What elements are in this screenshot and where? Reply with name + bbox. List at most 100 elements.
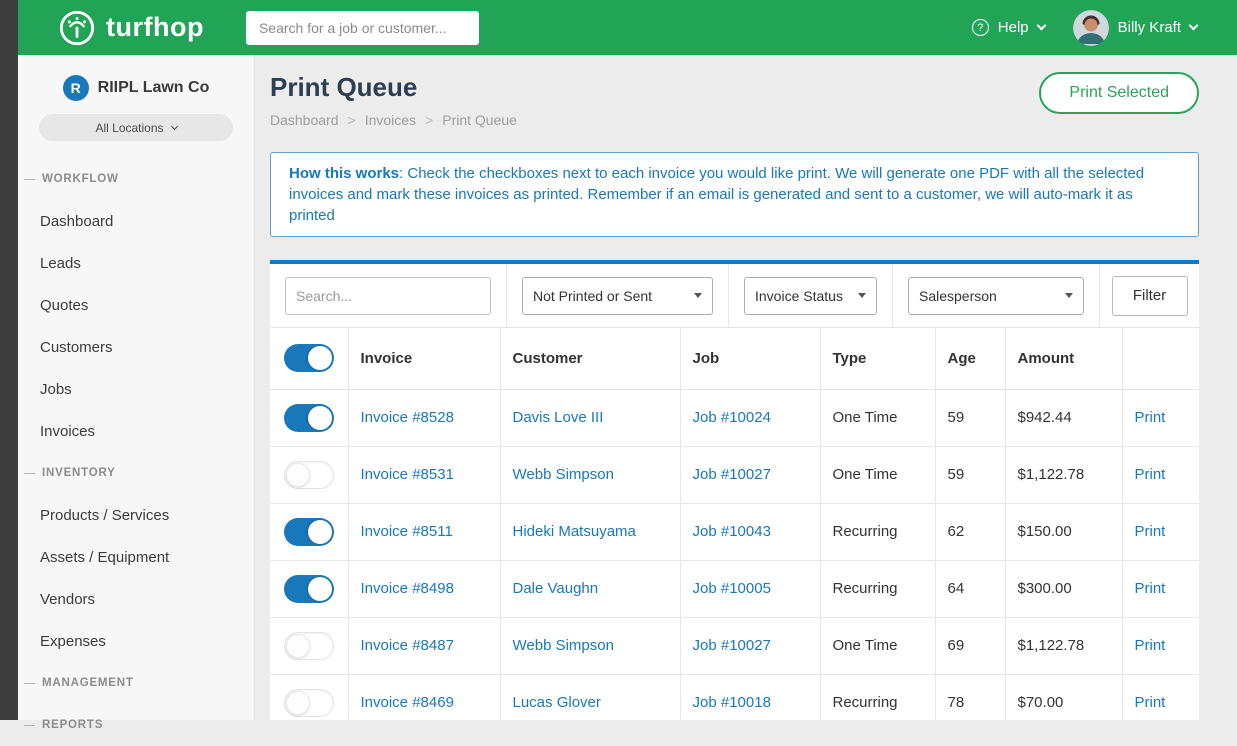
age-cell: 59 — [935, 446, 1005, 503]
all-locations-dropdown[interactable]: All Locations — [39, 114, 233, 141]
sidebar-item-products-services[interactable]: Products / Services — [18, 494, 254, 536]
breadcrumb-invoices[interactable]: Invoices — [365, 112, 416, 128]
customer-link[interactable]: Davis Love III — [513, 409, 604, 426]
invoice-link[interactable]: Invoice #8511 — [361, 523, 453, 540]
sidebar-item-quotes[interactable]: Quotes — [18, 284, 254, 326]
customer-link[interactable]: Hideki Matsuyama — [513, 523, 636, 540]
help-menu[interactable]: ? Help — [972, 19, 1045, 36]
print-link[interactable]: Print — [1135, 637, 1166, 654]
table-row: Invoice #8531Webb SimpsonJob #10027One T… — [270, 446, 1199, 503]
sidebar-item-vendors[interactable]: Vendors — [18, 578, 254, 620]
sidebar-item-leads[interactable]: Leads — [18, 242, 254, 284]
filter-button[interactable]: Filter — [1112, 276, 1188, 316]
row-select-toggle[interactable] — [284, 575, 334, 603]
row-select-toggle[interactable] — [284, 404, 334, 432]
job-link[interactable]: Job #10024 — [693, 409, 771, 426]
customer-link[interactable]: Lucas Glover — [513, 694, 601, 711]
sidebar: R RIIPL Lawn Co All Locations WORKFLOWDa… — [18, 55, 255, 720]
age-cell: 69 — [935, 617, 1005, 674]
invoice-link[interactable]: Invoice #8498 — [361, 580, 454, 597]
customer-link[interactable]: Dale Vaughn — [513, 580, 599, 597]
company-name: RIIPL Lawn Co — [98, 79, 210, 97]
age-cell: 59 — [935, 389, 1005, 446]
help-icon: ? — [972, 19, 989, 36]
invoice-link[interactable]: Invoice #8531 — [361, 466, 454, 483]
print-link[interactable]: Print — [1135, 580, 1166, 597]
row-select-toggle[interactable] — [284, 461, 334, 489]
row-select-toggle[interactable] — [284, 689, 334, 717]
print-link[interactable]: Print — [1135, 694, 1166, 711]
invoice-link-cell: Invoice #8469 — [348, 674, 500, 720]
sidebar-section-workflow: WORKFLOW — [18, 158, 254, 200]
chevron-down-icon — [170, 123, 177, 130]
info-box-text: : Check the checkboxes next to each invo… — [289, 165, 1144, 224]
job-link[interactable]: Job #10027 — [693, 466, 771, 483]
table-search-input[interactable] — [285, 277, 491, 315]
caret-down-icon — [694, 293, 702, 298]
table-row: Invoice #8498Dale VaughnJob #10005Recurr… — [270, 560, 1199, 617]
job-link-cell: Job #10027 — [680, 446, 820, 503]
print-link[interactable]: Print — [1135, 409, 1166, 426]
invoice-link[interactable]: Invoice #8469 — [361, 694, 454, 711]
salesperson-filter-select[interactable]: Salesperson — [908, 277, 1084, 315]
info-box: How this works: Check the checkboxes nex… — [270, 152, 1199, 237]
sidebar-item-customers[interactable]: Customers — [18, 326, 254, 368]
sidebar-section-inventory: INVENTORY — [18, 452, 254, 494]
customer-link-cell: Webb Simpson — [500, 617, 680, 674]
help-label: Help — [998, 19, 1029, 36]
type-cell: Recurring — [820, 674, 935, 720]
invoice-link[interactable]: Invoice #8528 — [361, 409, 454, 426]
invoice-status-filter-select[interactable]: Invoice Status — [744, 277, 877, 315]
sidebar-section-reports: REPORTS — [18, 704, 254, 746]
job-link[interactable]: Job #10043 — [693, 523, 771, 540]
amount-cell: $150.00 — [1005, 503, 1122, 560]
select-all-toggle[interactable] — [284, 344, 334, 372]
row-select-cell — [270, 389, 348, 446]
breadcrumb-dashboard[interactable]: Dashboard — [270, 112, 339, 128]
invoice-link[interactable]: Invoice #8487 — [361, 637, 454, 654]
info-box-title: How this works — [289, 165, 399, 182]
row-select-cell — [270, 674, 348, 720]
sidebar-item-expenses[interactable]: Expenses — [18, 620, 254, 662]
age-cell: 62 — [935, 503, 1005, 560]
print-selected-button[interactable]: Print Selected — [1039, 72, 1199, 114]
sidebar-item-invoices[interactable]: Invoices — [18, 410, 254, 452]
brand[interactable]: turfhop — [58, 9, 204, 47]
customer-link-cell: Hideki Matsuyama — [500, 503, 680, 560]
print-link[interactable]: Print — [1135, 523, 1166, 540]
print-link[interactable]: Print — [1135, 466, 1166, 483]
global-search-input[interactable] — [246, 11, 479, 45]
invoice-link-cell: Invoice #8511 — [348, 503, 500, 560]
customer-link-cell: Davis Love III — [500, 389, 680, 446]
column-header-amount: Amount — [1005, 328, 1122, 389]
customer-link[interactable]: Webb Simpson — [513, 637, 614, 654]
job-link-cell: Job #10043 — [680, 503, 820, 560]
job-link[interactable]: Job #10027 — [693, 637, 771, 654]
job-link[interactable]: Job #10005 — [693, 580, 771, 597]
printed-filter-select[interactable]: Not Printed or Sent — [522, 277, 713, 315]
sidebar-section-management: MANAGEMENT — [18, 662, 254, 704]
invoice-link-cell: Invoice #8487 — [348, 617, 500, 674]
user-menu[interactable]: Billy Kraft — [1073, 10, 1197, 46]
toggle-knob — [286, 463, 310, 487]
row-select-cell — [270, 617, 348, 674]
customer-link[interactable]: Webb Simpson — [513, 466, 614, 483]
sidebar-section-label: MANAGEMENT — [42, 677, 134, 689]
job-link[interactable]: Job #10018 — [693, 694, 771, 711]
salesperson-filter-value: Salesperson — [919, 288, 997, 304]
turfhop-logo-icon — [58, 9, 96, 47]
table-header-row: InvoiceCustomerJobTypeAgeAmount — [270, 328, 1199, 389]
invoice-link-cell: Invoice #8498 — [348, 560, 500, 617]
company-selector[interactable]: R RIIPL Lawn Co — [18, 55, 254, 101]
amount-cell: $70.00 — [1005, 674, 1122, 720]
toggle-knob — [286, 691, 310, 715]
row-select-toggle[interactable] — [284, 518, 334, 546]
sidebar-item-assets-equipment[interactable]: Assets / Equipment — [18, 536, 254, 578]
print-link-cell: Print — [1122, 389, 1199, 446]
sidebar-item-dashboard[interactable]: Dashboard — [18, 200, 254, 242]
sidebar-item-jobs[interactable]: Jobs — [18, 368, 254, 410]
caret-down-icon — [858, 293, 866, 298]
invoice-status-filter-value: Invoice Status — [755, 288, 843, 304]
row-select-toggle[interactable] — [284, 632, 334, 660]
customer-link-cell: Webb Simpson — [500, 446, 680, 503]
